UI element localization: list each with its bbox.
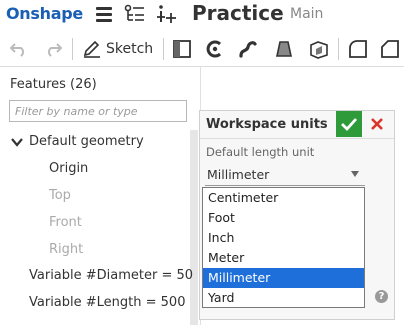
feature-list-scrollbar[interactable] [190, 130, 198, 325]
unit-option-inch[interactable]: Inch [203, 228, 364, 248]
feature-filter-input[interactable] [9, 100, 187, 122]
length-unit-select[interactable]: Millimeter [205, 165, 365, 186]
confirm-button[interactable] [336, 111, 362, 137]
feature-item-top[interactable]: Top [49, 188, 71, 203]
checkmark-icon [341, 118, 358, 132]
onshape-logo[interactable]: Onshape [6, 4, 83, 23]
default-geometry-label: Default geometry [29, 134, 144, 149]
undo-icon[interactable] [8, 37, 30, 61]
unit-option-foot[interactable]: Foot [203, 208, 364, 228]
fillet-icon[interactable] [346, 37, 370, 61]
document-title[interactable]: Practice [192, 1, 284, 25]
sketch-button[interactable]: Sketch [82, 37, 154, 61]
sketch-pencil-icon [83, 40, 100, 58]
default-geometry-group[interactable]: Default geometry [10, 134, 144, 149]
toolbar-divider [163, 38, 164, 60]
toolbar-divider [338, 38, 339, 60]
dialog-divider [200, 138, 394, 139]
toolbar-divider [72, 38, 73, 60]
chamfer-icon[interactable] [378, 37, 402, 61]
thicken-icon[interactable] [307, 37, 331, 61]
extrude-icon[interactable] [170, 37, 194, 61]
unit-option-millimeter[interactable]: Millimeter [203, 268, 364, 288]
hamburger-menu-icon[interactable] [96, 5, 112, 23]
feature-item-origin[interactable]: Origin [49, 161, 88, 176]
cancel-button[interactable] [366, 113, 388, 135]
unit-option-yard[interactable]: Yard [203, 288, 364, 308]
unit-option-meter[interactable]: Meter [203, 248, 364, 268]
dropdown-arrow-icon [351, 171, 359, 177]
redo-icon[interactable] [42, 37, 64, 61]
close-icon [371, 118, 383, 130]
insert-icon[interactable] [156, 4, 178, 24]
feature-tree-icon[interactable] [124, 4, 146, 24]
unit-option-centimeter[interactable]: Centimeter [203, 188, 364, 208]
feature-item-front[interactable]: Front [49, 215, 82, 230]
chevron-down-icon[interactable] [10, 136, 24, 148]
features-title: Features (26) [10, 77, 97, 92]
sketch-label: Sketch [106, 41, 154, 57]
length-unit-select-value: Millimeter [207, 167, 270, 182]
help-icon[interactable]: ? [375, 290, 388, 303]
dialog-title: Workspace units [206, 117, 328, 132]
feature-item-right[interactable]: Right [49, 242, 83, 257]
workspace-name[interactable]: Main [290, 6, 323, 22]
feature-item-variable-length[interactable]: Variable #Length = 500 [29, 295, 185, 310]
feature-item-variable-diameter[interactable]: Variable #Diameter = 50 [29, 268, 193, 283]
default-length-unit-label: Default length unit [206, 145, 315, 159]
loft-icon[interactable] [272, 37, 296, 61]
revolve-icon[interactable] [203, 37, 227, 61]
sweep-icon[interactable] [236, 37, 260, 61]
